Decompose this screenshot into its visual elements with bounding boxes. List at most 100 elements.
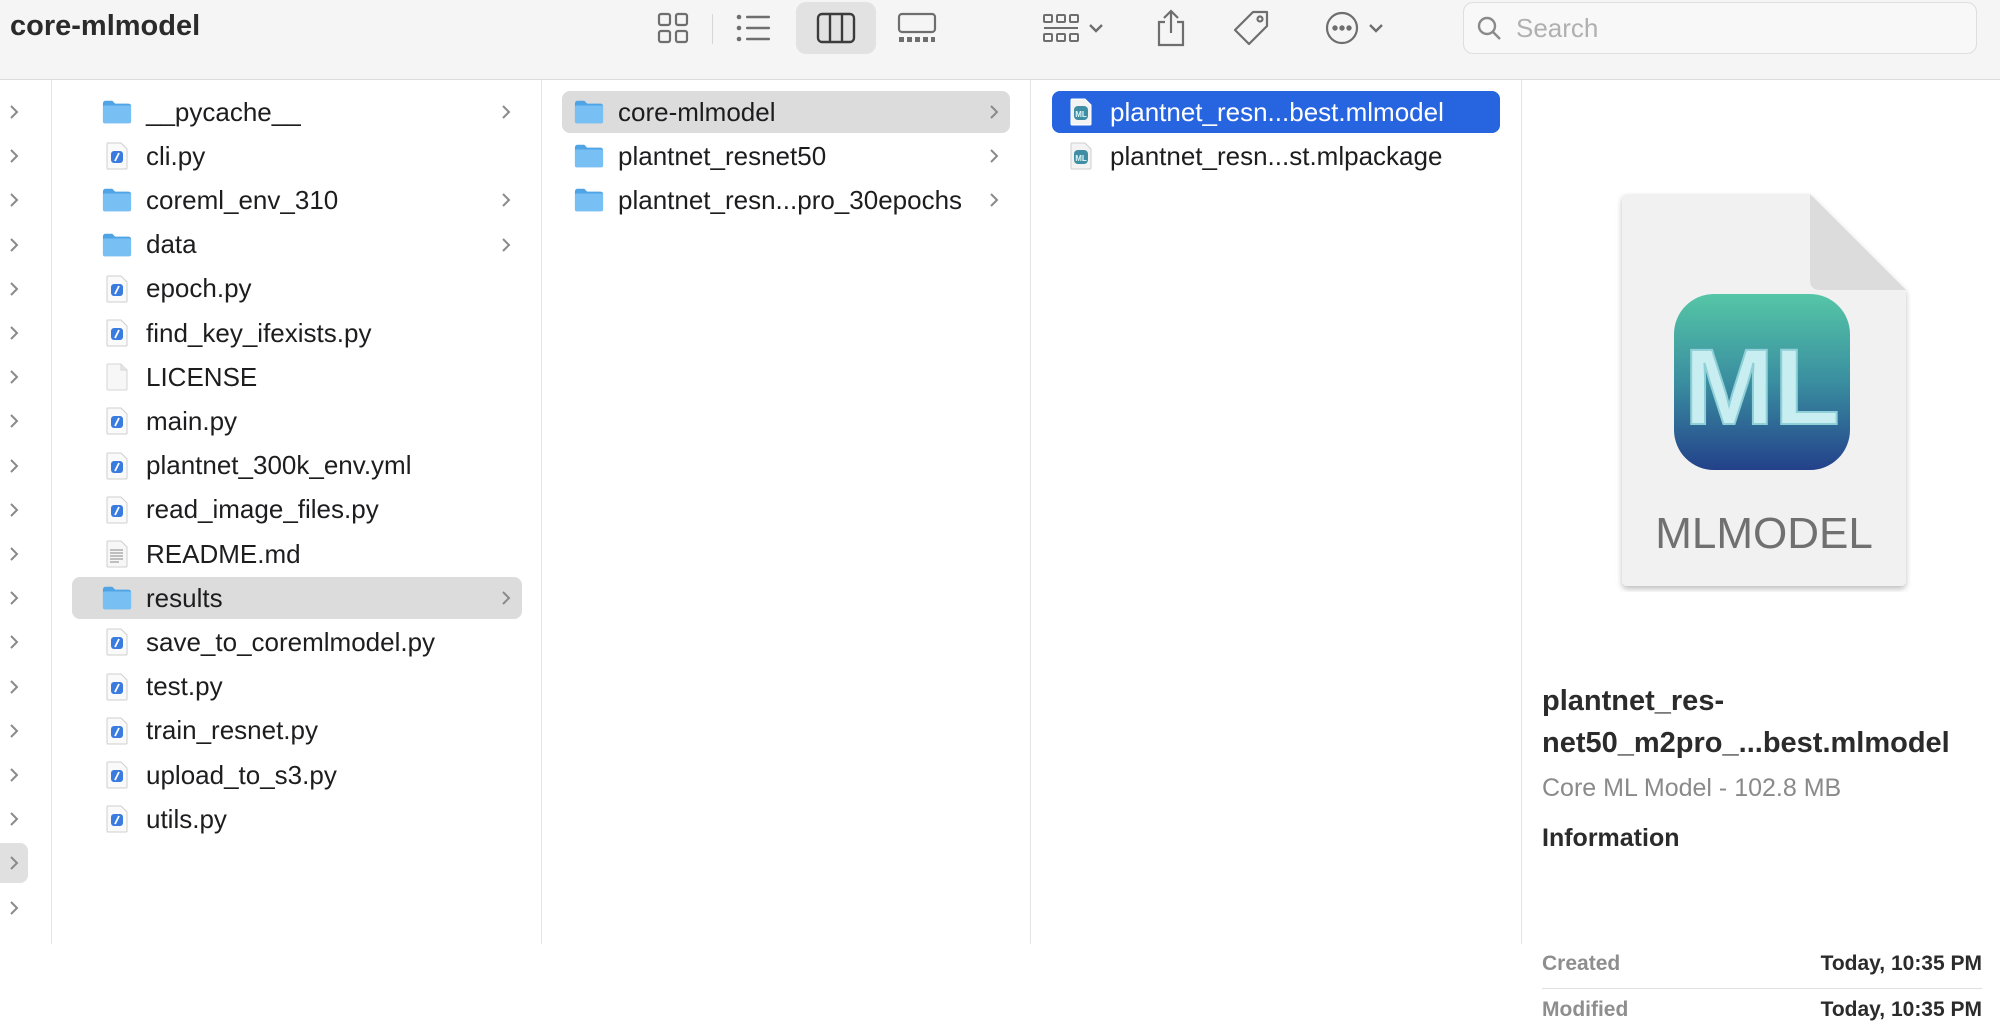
folder-icon	[102, 100, 132, 124]
parent-row-chevron[interactable]	[0, 401, 28, 441]
preview-filename: plantnet_res-net50_m2pro_...best.mlmodel	[1542, 685, 1950, 759]
parent-row-chevron[interactable]	[0, 357, 28, 397]
column-2: core-mlmodel plantnet_resnet50 plantnet_re…	[542, 80, 1031, 944]
search-field[interactable]	[1463, 2, 1977, 54]
list-item-epoch-py[interactable]: epoch.py	[72, 268, 522, 310]
parent-row-chevron[interactable]	[0, 843, 28, 884]
list-item-plantnet-resn-best-mlmodel[interactable]: ML plantnet_resn...best.mlmodel	[1052, 91, 1500, 133]
mlmodel-file-icon: ML	[1070, 98, 1092, 126]
list-view-button[interactable]	[720, 2, 786, 54]
folder-icon	[574, 189, 604, 212]
parent-row-chevron[interactable]	[0, 578, 28, 618]
list-item-plantnet-resnet50[interactable]: plantnet_resnet50	[562, 135, 1010, 177]
parent-row-chevron[interactable]	[0, 755, 28, 795]
list-item-data[interactable]: data	[72, 224, 522, 266]
item-label: __pycache__	[146, 96, 301, 127]
chevron-right-icon	[10, 900, 19, 915]
gallery-view-button[interactable]	[884, 2, 950, 54]
list-item-find-key-ifexists-py[interactable]: find_key_ifexists.py	[72, 312, 522, 354]
py-icon-wrap	[102, 672, 132, 702]
list-item-test-py[interactable]: test.py	[72, 666, 522, 708]
parent-row-chevron[interactable]	[0, 888, 28, 928]
chevron-right-icon	[990, 149, 999, 163]
chevron-right-icon	[10, 414, 19, 429]
more-button[interactable]	[1312, 2, 1396, 54]
python-file-icon	[106, 761, 128, 789]
chevron-right-icon	[10, 812, 19, 826]
chevron-right-icon	[502, 193, 511, 208]
icon-view-button[interactable]	[640, 2, 706, 54]
chevron-right-icon	[10, 237, 19, 252]
folder-icon-wrap	[574, 97, 604, 127]
folder-icon-wrap	[574, 141, 604, 171]
item-label: main.py	[146, 405, 238, 436]
blank-icon-wrap	[102, 362, 132, 392]
list-item-pycache[interactable]: __pycache__	[72, 91, 522, 133]
item-label: read_image_files.py	[146, 494, 379, 525]
list-item-core-mlmodel[interactable]: core-mlmodel	[562, 91, 1010, 133]
list-item-plantnet-300k-env-yml[interactable]: plantnet_300k_env.yml	[72, 445, 522, 487]
parent-row-chevron[interactable]	[0, 313, 28, 353]
folder-icon-wrap	[102, 583, 132, 613]
modified-value: Today, 10:35 PM	[1820, 998, 1982, 1021]
list-item-train-resnet-py[interactable]: train_resnet.py	[72, 710, 522, 752]
list-item-license[interactable]: LICENSE	[72, 356, 522, 398]
folder-icon-wrap	[102, 185, 132, 215]
share-button[interactable]	[1146, 2, 1196, 54]
parent-row-chevron[interactable]	[0, 622, 28, 662]
parent-row-chevron[interactable]	[0, 711, 28, 751]
folder-icon	[102, 189, 132, 212]
parent-row-chevron[interactable]	[0, 136, 28, 176]
window-title: core-mlmodel	[10, 10, 201, 42]
folder-icon	[102, 233, 132, 256]
py-icon-wrap	[102, 627, 132, 657]
item-label: upload_to_s3.py	[146, 759, 337, 790]
parent-row-chevron[interactable]	[0, 92, 28, 132]
modified-row: Modified Today, 10:35 PM	[1542, 988, 1982, 1032]
parent-row-chevron[interactable]	[0, 534, 28, 574]
python-file-icon	[106, 275, 128, 303]
item-label: save_to_coremlmodel.py	[146, 626, 436, 657]
chevron-right-icon	[990, 105, 999, 119]
column-1: __pycache__ cli.py coreml_env_310 data epoch…	[52, 80, 542, 944]
python-file-icon	[106, 142, 128, 170]
parent-row-chevron[interactable]	[0, 490, 28, 530]
chevron-right-icon	[10, 370, 19, 384]
list-item-coreml-env-310[interactable]: coreml_env_310	[72, 179, 522, 221]
mlmodel-document-icon: ML MLMODEL	[1612, 192, 1912, 597]
list-item-upload-to-s3-py[interactable]: upload_to_s3.py	[72, 754, 522, 796]
search-input[interactable]	[1516, 12, 1956, 44]
parent-row-chevron[interactable]	[0, 225, 28, 265]
list-item-read-image-files-py[interactable]: read_image_files.py	[72, 489, 522, 531]
text-document-icon	[106, 540, 128, 568]
list-item-main-py[interactable]: main.py	[72, 400, 522, 442]
parent-row-chevron[interactable]	[0, 269, 28, 309]
list-item-readme-md[interactable]: README.md	[72, 533, 522, 575]
chevron-right-icon	[10, 149, 19, 163]
list-item-plantnet-resn-pro-30epochs[interactable]: plantnet_resn...pro_30epochs	[562, 179, 1010, 221]
column-view-button[interactable]	[796, 2, 876, 54]
modified-label: Modified	[1542, 998, 1629, 1021]
tags-button[interactable]	[1226, 2, 1276, 54]
item-label: train_resnet.py	[146, 715, 318, 746]
list-item-save-to-coremlmodel-py[interactable]: save_to_coremlmodel.py	[72, 621, 522, 663]
list-item-utils-py[interactable]: utils.py	[72, 798, 522, 840]
mlmodel-icon-wrap: ML	[1066, 97, 1096, 127]
list-item-plantnet-resn-st-mlpackage[interactable]: ML plantnet_resn...st.mlpackage	[1052, 135, 1500, 177]
parent-row-chevron[interactable]	[0, 180, 28, 220]
folder-icon	[574, 100, 604, 124]
information-heading: Information	[1542, 824, 1680, 852]
list-item-results[interactable]: results	[72, 577, 522, 620]
item-label: plantnet_resn...best.mlmodel	[1110, 96, 1444, 127]
chevron-right-icon	[10, 105, 19, 119]
parent-row-chevron[interactable]	[0, 799, 28, 839]
item-label: find_key_ifexists.py	[146, 317, 372, 348]
item-label: plantnet_300k_env.yml	[146, 450, 412, 481]
share-icon	[1157, 9, 1185, 47]
list-item-cli-py[interactable]: cli.py	[72, 135, 522, 177]
parent-row-chevron[interactable]	[0, 667, 28, 707]
chevron-right-icon	[502, 105, 511, 119]
mlmodel-icon-glyph: ML	[1684, 326, 1840, 447]
parent-row-chevron[interactable]	[0, 446, 28, 486]
group-button[interactable]	[1036, 2, 1110, 54]
